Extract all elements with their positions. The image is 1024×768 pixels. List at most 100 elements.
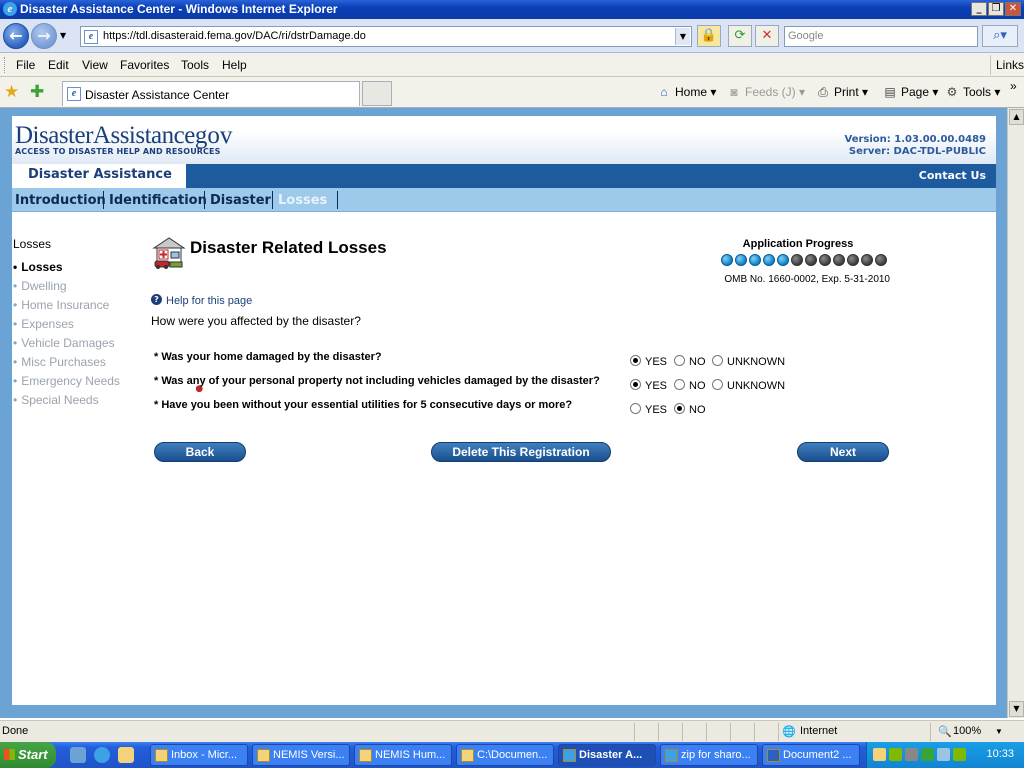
radio-yes[interactable]	[630, 403, 641, 414]
chevron-icon[interactable]: »	[1010, 79, 1017, 93]
task-documents[interactable]: C:\Documen...	[456, 744, 554, 766]
forward-nav-button[interactable]: →	[31, 23, 57, 49]
task-disaster[interactable]: Disaster A...	[558, 744, 656, 766]
task-document2[interactable]: Document2 ...	[762, 744, 860, 766]
address-url[interactable]: https://tdl.disasteraid.fema.gov/DAC/ri/…	[103, 30, 366, 42]
back-button[interactable]: Back	[154, 442, 246, 462]
option-label: YES	[645, 380, 668, 392]
left-nav-losses[interactable]: • Losses	[13, 260, 63, 274]
task-nemis-versi[interactable]: NEMIS Versi...	[252, 744, 350, 766]
task-nemis-hum[interactable]: NEMIS Hum...	[354, 744, 452, 766]
radio-no[interactable]	[674, 355, 685, 366]
radio-no[interactable]	[674, 403, 685, 414]
q2-yes-option[interactable]: YES	[630, 379, 667, 392]
tray-icon[interactable]	[921, 748, 934, 761]
status-cell	[754, 723, 755, 741]
menu-favorites[interactable]: Favorites	[120, 58, 169, 72]
lock-icon[interactable]: 🔒	[697, 25, 721, 47]
tray-icon[interactable]	[937, 748, 950, 761]
question-property-damaged: * Was any of your personal property not …	[154, 375, 600, 387]
delete-registration-button[interactable]: Delete This Registration	[431, 442, 611, 462]
home-icon: ⌂	[660, 85, 668, 99]
tray-icon[interactable]	[873, 748, 886, 761]
clock[interactable]: 10:33	[986, 748, 1014, 760]
stop-icon[interactable]: ✕	[755, 25, 779, 47]
status-cell	[730, 723, 731, 741]
add-favorite-icon[interactable]: ✚	[30, 82, 44, 102]
refresh-icon[interactable]: ⟳	[728, 25, 752, 47]
left-nav-misc-purchases: • Misc Purchases	[13, 355, 106, 369]
contact-us-link[interactable]: Contact Us	[900, 169, 986, 182]
quicklaunch-icon[interactable]	[70, 747, 86, 763]
help-link[interactable]: Help for this page	[166, 295, 252, 307]
quicklaunch-outlook-icon[interactable]	[118, 747, 134, 763]
browser-tab[interactable]: e Disaster Assistance Center	[62, 81, 360, 106]
address-bar[interactable]: e https://tdl.disasteraid.fema.gov/DAC/r…	[80, 26, 692, 47]
status-cell	[634, 723, 635, 741]
search-input[interactable]: Google	[784, 26, 978, 47]
progress-dot	[777, 254, 789, 266]
status-bar: Done 🌐 Internet 🔍 100% ▼	[0, 720, 1024, 742]
tray-icon[interactable]	[953, 748, 966, 761]
home-command[interactable]: ⌂ Home ▾	[656, 85, 716, 99]
menu-edit[interactable]: Edit	[48, 58, 69, 72]
quicklaunch-ie-icon[interactable]	[94, 747, 110, 763]
maximize-button[interactable]: ❐	[988, 2, 1004, 16]
zoom-dropdown-icon[interactable]: ▼	[995, 727, 1003, 736]
q2-no-option[interactable]: NO	[674, 379, 706, 392]
vertical-scrollbar[interactable]: ▲ ▼	[1007, 108, 1024, 718]
tray-icon[interactable]	[905, 748, 918, 761]
radio-unknown[interactable]	[712, 355, 723, 366]
search-icon[interactable]: ⌕▾	[982, 25, 1018, 47]
print-command[interactable]: ⎙ Print ▾	[815, 85, 868, 100]
minimize-button[interactable]: _	[971, 2, 987, 16]
radio-unknown[interactable]	[712, 379, 723, 390]
tab-title[interactable]: Disaster Assistance Center	[85, 88, 229, 102]
radio-yes[interactable]	[630, 379, 641, 390]
menu-help[interactable]: Help	[222, 58, 247, 72]
help-icon[interactable]: ?	[151, 294, 162, 305]
feeds-command[interactable]: ◙ Feeds (J) ▾	[726, 85, 805, 99]
site-logo[interactable]: DisasterAssistance • gov ACCESS TO DISASTE…	[15, 122, 233, 403]
close-button[interactable]: ✕	[1005, 2, 1021, 16]
q3-no-option[interactable]: NO	[674, 403, 706, 416]
menu-tools[interactable]: Tools	[181, 58, 209, 72]
new-tab-button[interactable]	[362, 81, 392, 106]
q3-yes-option[interactable]: YES	[630, 403, 667, 416]
radio-yes[interactable]	[630, 355, 641, 366]
task-inbox[interactable]: Inbox - Micr...	[150, 744, 248, 766]
tab-losses[interactable]: Losses	[278, 193, 327, 208]
q1-no-option[interactable]: NO	[674, 355, 706, 368]
page-command[interactable]: ▤ Page ▾	[882, 85, 938, 99]
tray-icon[interactable]	[889, 748, 902, 761]
scroll-down-icon[interactable]: ▼	[1009, 701, 1024, 717]
logo-gov: gov	[194, 122, 233, 149]
tab-introduction[interactable]: Introduction	[15, 193, 106, 208]
menu-file[interactable]: File	[16, 58, 35, 72]
task-label: zip for sharo...	[681, 749, 751, 761]
back-nav-button[interactable]: ←	[3, 23, 29, 49]
next-button[interactable]: Next	[797, 442, 889, 462]
links-menu[interactable]: Links	[996, 58, 1024, 72]
tab-disaster[interactable]: Disaster	[210, 193, 271, 208]
left-nav-label: Dwelling	[21, 279, 67, 293]
address-dropdown-icon[interactable]: ▼	[675, 28, 690, 45]
progress-dot	[833, 254, 845, 266]
radio-no[interactable]	[674, 379, 685, 390]
menu-grip	[4, 57, 7, 73]
recent-pages-dropdown-icon[interactable]: ▼	[60, 31, 66, 40]
task-zip[interactable]: zip for sharo...	[660, 744, 758, 766]
scroll-up-icon[interactable]: ▲	[1009, 109, 1024, 125]
q2-unknown-option[interactable]: UNKNOWN	[712, 379, 785, 392]
omb-number: OMB No. 1660-0002, Exp. 5-31-2010	[724, 274, 890, 285]
tools-command[interactable]: ⚙ Tools ▾	[944, 85, 1001, 99]
progress-dot	[735, 254, 747, 266]
zoom-level[interactable]: 100%	[953, 725, 981, 737]
task-icon	[359, 749, 372, 762]
start-button[interactable]: Start	[0, 742, 56, 768]
menu-view[interactable]: View	[82, 58, 108, 72]
q1-yes-option[interactable]: YES	[630, 355, 667, 368]
q1-unknown-option[interactable]: UNKNOWN	[712, 355, 785, 368]
tab-identification[interactable]: Identification	[109, 193, 207, 208]
favorites-star-icon[interactable]: ★	[4, 82, 19, 102]
